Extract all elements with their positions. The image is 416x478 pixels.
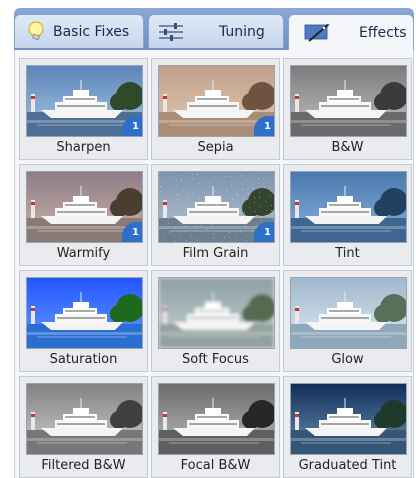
effect-tile[interactable]: Soft Focus [151, 270, 280, 372]
effect-label: Sharpen [56, 140, 111, 155]
effect-label: Saturation [49, 352, 118, 367]
effect-label: B&W [331, 140, 364, 155]
effect-tile[interactable]: Glow [283, 270, 412, 372]
effects-panel: Basic Fixes Tuning Effects 1 Sharpen 1 S… [14, 8, 414, 478]
tab-tuning[interactable]: Tuning [148, 14, 284, 48]
tab-basic-fixes[interactable]: Basic Fixes [14, 14, 144, 48]
effect-thumbnail [158, 383, 275, 455]
effect-label: Soft Focus [182, 352, 249, 367]
effect-label: Warmify [56, 246, 111, 261]
sliders-icon [159, 23, 183, 41]
effect-thumbnail: 1 [26, 65, 143, 137]
effect-thumbnail: 1 [158, 65, 275, 137]
effect-thumbnail: 1 [158, 171, 275, 243]
boat-photo [159, 278, 274, 348]
bulb-icon [28, 21, 44, 41]
effect-tile[interactable]: 1 Warmify [19, 164, 148, 266]
effect-label: Sepia [197, 140, 234, 155]
boat-photo [27, 384, 142, 454]
effect-tile[interactable]: 1 Sharpen [19, 58, 148, 160]
effect-label: Filtered B&W [41, 458, 126, 473]
effects-grid: 1 Sharpen 1 Sepia B&W 1 Warmify 1 Film G… [14, 50, 414, 478]
effect-tile[interactable]: Graduated Tint [283, 376, 412, 478]
effect-label: Tint [335, 246, 360, 261]
effect-thumbnail [158, 277, 275, 349]
effect-thumbnail [26, 383, 143, 455]
effect-tile[interactable]: B&W [283, 58, 412, 160]
effect-tile[interactable]: Saturation [19, 270, 148, 372]
effect-thumbnail: 1 [26, 171, 143, 243]
boat-photo [291, 172, 406, 242]
effect-tile[interactable]: 1 Film Grain [151, 164, 280, 266]
boat-photo [159, 384, 274, 454]
effect-thumbnail [26, 277, 143, 349]
tab-label: Effects [359, 24, 407, 41]
boat-photo [291, 384, 406, 454]
tab-label: Basic Fixes [53, 23, 130, 40]
effect-label: Focal B&W [180, 458, 251, 473]
effect-tile[interactable]: Focal B&W [151, 376, 280, 478]
tab-bar: Basic Fixes Tuning Effects [14, 8, 414, 50]
effect-thumbnail [290, 171, 407, 243]
effect-thumbnail [290, 277, 407, 349]
effect-label: Glow [331, 352, 364, 367]
effect-tile[interactable]: Tint [283, 164, 412, 266]
tab-effects[interactable]: Effects [288, 14, 414, 50]
boat-photo [27, 278, 142, 348]
boat-photo [291, 66, 406, 136]
tab-label: Tuning [219, 23, 265, 40]
boat-photo [291, 278, 406, 348]
effect-tile[interactable]: 1 Sepia [151, 58, 280, 160]
effect-tile[interactable]: Filtered B&W [19, 376, 148, 478]
effect-label: Graduated Tint [298, 458, 397, 473]
wand-icon [304, 22, 330, 42]
effect-thumbnail [290, 65, 407, 137]
effect-thumbnail [290, 383, 407, 455]
effect-label: Film Grain [182, 246, 249, 261]
